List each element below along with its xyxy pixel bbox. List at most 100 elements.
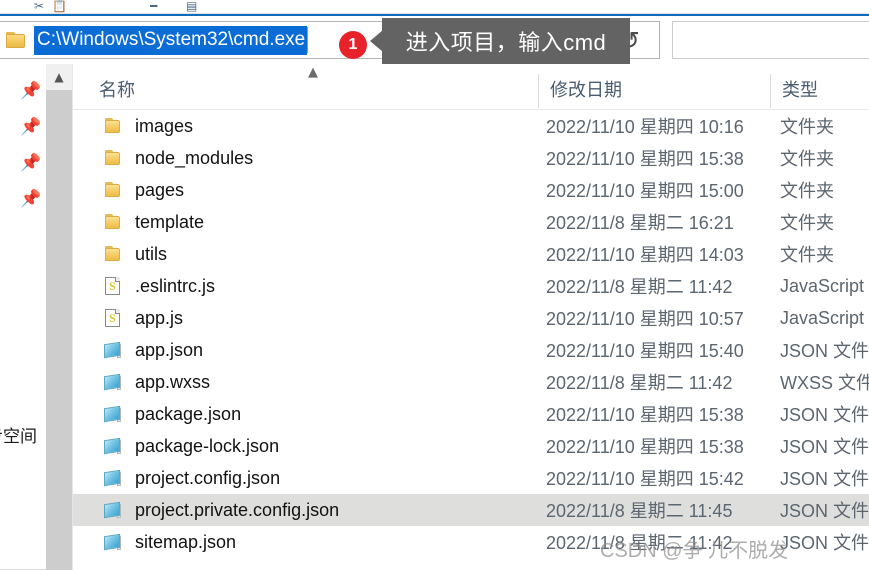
file-type-cell: JSON 文件	[780, 501, 869, 521]
table-row[interactable]: project.config.json 2022/11/10 星期四 15:42 J…	[73, 462, 869, 494]
table-row[interactable]: S .eslintrc.js 2022/11/8 星期二 11:42 JavaScri…	[73, 270, 869, 302]
file-type-cell: WXSS 文件	[780, 373, 869, 393]
file-date-cell: 2022/11/10 星期四 15:38	[546, 437, 744, 457]
chevron-up-icon[interactable]: ▲	[46, 64, 72, 90]
file-name-cell[interactable]: node_modules	[103, 142, 253, 174]
file-date-cell: 2022/11/8 星期二 16:21	[546, 213, 734, 233]
table-row[interactable]: images 2022/11/10 星期四 10:16 文件夹	[73, 110, 869, 142]
column-header-row: ▲ 名称 修改日期 类型	[73, 64, 869, 110]
file-name-cell[interactable]: template	[103, 206, 204, 238]
move-to-icon[interactable]: ▤	[186, 0, 197, 12]
pin-icon[interactable]: 📌	[20, 118, 41, 136]
pin-icon[interactable]: 📌	[20, 82, 41, 100]
file-name-cell[interactable]: app.wxss	[103, 366, 210, 398]
copy-path-icon[interactable]: 📋	[52, 0, 67, 12]
json-file-icon	[103, 436, 125, 456]
file-type-cell: JSON 文件	[780, 437, 869, 457]
file-name-cell[interactable]: sitemap.json	[103, 526, 236, 558]
file-list: ▲ 名称 修改日期 类型 images 2022/11/10 星期四 10:16 文…	[73, 64, 869, 570]
file-explorer-window: ✂ 📋 ━ ▤ C:\Windows\System32\cmd.exe ↻ 📌 …	[0, 0, 869, 570]
json-file-icon	[103, 340, 125, 360]
file-name-label: utils	[135, 243, 168, 264]
sort-ascending-caret-icon: ▲	[308, 65, 318, 80]
folder-icon	[6, 31, 28, 50]
file-type-cell: JavaScript	[780, 275, 865, 296]
paste-shortcut-icon[interactable]: ━	[150, 0, 157, 12]
file-type-cell: 文件夹	[780, 117, 834, 137]
file-date-cell: 2022/11/8 星期二 11:42	[546, 373, 733, 393]
file-name-cell[interactable]: app.json	[103, 334, 203, 366]
scrollbar-thumb[interactable]	[46, 90, 72, 570]
column-header-name[interactable]: 名称	[99, 76, 135, 102]
annotation-text: 进入项目，输入cmd	[405, 30, 607, 55]
file-name-label: package-lock.json	[135, 435, 280, 456]
file-date-cell: 2022/11/8 星期二 11:42	[546, 277, 733, 297]
table-row[interactable]: Sapp.js 2022/11/10 星期四 10:57 JavaScript	[73, 302, 869, 334]
file-type-cell: JSON 文件	[780, 469, 869, 489]
column-header-date[interactable]: 修改日期	[550, 76, 622, 102]
file-name-cell[interactable]: utils	[103, 238, 167, 270]
file-name-label: app.js	[135, 307, 184, 328]
file-name-cell[interactable]: package.json	[103, 398, 241, 430]
file-date-cell: 2022/11/10 星期四 15:00	[546, 181, 744, 201]
pin-icon[interactable]: 📌	[20, 154, 41, 172]
file-type-cell: JSON 文件	[780, 533, 869, 553]
column-divider[interactable]	[538, 74, 539, 108]
table-row[interactable]: template 2022/11/8 星期二 16:21 文件夹	[73, 206, 869, 238]
table-row[interactable]: pages 2022/11/10 星期四 15:00 文件夹	[73, 174, 869, 206]
file-name-cell[interactable]: S .eslintrc.js	[103, 270, 215, 302]
file-date-cell: 2022/11/10 星期四 10:16	[546, 117, 744, 137]
file-rows: images 2022/11/10 星期四 10:16 文件夹 node_module…	[73, 110, 869, 558]
file-name-label: pages	[135, 179, 185, 200]
file-name-label: app.json	[135, 339, 204, 360]
file-date-cell: 2022/11/10 星期四 15:40	[546, 341, 744, 361]
table-row[interactable]: utils 2022/11/10 星期四 14:03 文件夹	[73, 238, 869, 270]
navigation-pane-scrollbar[interactable]: ▲	[46, 64, 72, 570]
annotation-badge: 1	[339, 31, 367, 59]
file-type-cell: JSON 文件	[780, 405, 869, 425]
file-date-cell: 2022/11/8 星期二 11:45	[546, 501, 733, 521]
javascript-file-icon: S	[103, 276, 125, 296]
column-header-type[interactable]: 类型	[782, 76, 818, 102]
file-name-cell[interactable]: images	[103, 110, 193, 142]
table-row[interactable]: project.private.config.json 2022/11/8 星期二…	[73, 494, 869, 526]
folder-icon	[103, 116, 125, 136]
file-name-cell[interactable]: package-lock.json	[103, 430, 279, 462]
file-name-cell[interactable]: project.config.json	[103, 462, 280, 494]
file-name-label: package.json	[135, 403, 242, 424]
table-row[interactable]: package-lock.json 2022/11/10 星期四 15:38 JSO…	[73, 430, 869, 462]
column-divider[interactable]	[770, 74, 771, 108]
text-cursor	[307, 27, 309, 53]
file-type-cell: 文件夹	[780, 149, 834, 169]
file-type-cell: 文件夹	[780, 245, 834, 265]
file-name-label: template	[135, 211, 205, 232]
file-type-cell: 文件夹	[780, 181, 834, 201]
json-file-icon	[103, 372, 125, 392]
file-date-cell: 2022/11/10 星期四 10:57	[546, 309, 744, 329]
file-name-cell[interactable]: pages	[103, 174, 184, 206]
table-row[interactable]: app.json 2022/11/10 星期四 15:40 JSON 文件	[73, 334, 869, 366]
table-row[interactable]: app.wxss 2022/11/8 星期二 11:42 WXSS 文件	[73, 366, 869, 398]
search-input[interactable]	[672, 21, 869, 59]
file-name-cell[interactable]: project.private.config.json	[103, 494, 339, 526]
address-input-value[interactable]: C:\Windows\System32\cmd.exe	[34, 25, 308, 55]
file-name-label: project.private.config.json	[135, 499, 340, 520]
json-file-icon	[103, 500, 125, 520]
table-row[interactable]: package.json 2022/11/10 星期四 15:38 JSON 文件	[73, 398, 869, 430]
file-name-label: .eslintrc.js	[135, 275, 216, 296]
table-row[interactable]: sitemap.json 2022/11/8 星期二 11:42 JSON 文件	[73, 526, 869, 558]
file-date-cell: 2022/11/10 星期四 15:42	[546, 469, 744, 489]
file-type-cell: JSON 文件	[780, 341, 869, 361]
file-date-cell: 2022/11/10 星期四 15:38	[546, 405, 744, 425]
file-date-cell: 2022/11/8 星期二 11:42	[546, 533, 733, 553]
file-name-cell[interactable]: Sapp.js	[103, 302, 183, 334]
json-file-icon	[103, 468, 125, 488]
cut-icon[interactable]: ✂	[34, 0, 44, 12]
pin-icon[interactable]: 📌	[20, 190, 41, 208]
file-date-cell: 2022/11/10 星期四 14:03	[546, 245, 744, 265]
json-file-icon	[103, 404, 125, 424]
table-row[interactable]: node_modules 2022/11/10 星期四 15:38 文件夹	[73, 142, 869, 174]
nav-item-label[interactable]: 步空间	[0, 422, 37, 447]
navigation-pane: 📌 📌 📌 📌 步空间 (C:) )	[0, 64, 46, 570]
file-name-label: project.config.json	[135, 467, 281, 488]
